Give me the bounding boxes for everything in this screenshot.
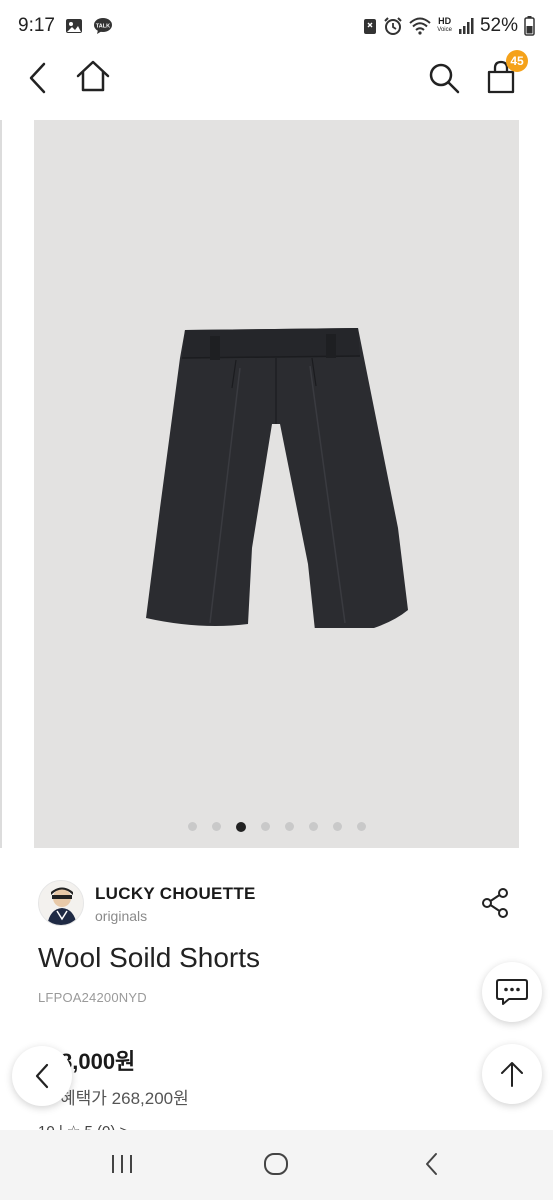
brand-avatar[interactable] bbox=[38, 880, 84, 926]
hd-voice-indicator: HD Voice bbox=[437, 17, 452, 35]
carousel-dot[interactable] bbox=[284, 822, 294, 831]
wifi-icon bbox=[409, 17, 431, 35]
kakaotalk-icon: TALK bbox=[93, 17, 113, 35]
scroll-to-top-button[interactable] bbox=[482, 1044, 542, 1104]
chevron-left-icon bbox=[35, 1063, 49, 1089]
floating-back-button[interactable] bbox=[12, 1046, 72, 1106]
home-button[interactable] bbox=[72, 54, 114, 98]
system-back-button[interactable] bbox=[412, 1146, 452, 1182]
talk-label: TALK bbox=[96, 24, 110, 30]
battery-icon bbox=[524, 16, 535, 36]
brand-name[interactable]: LUCKY CHOUETTE bbox=[95, 884, 256, 904]
hd-label: HD bbox=[438, 16, 452, 26]
carousel-dot[interactable] bbox=[260, 822, 270, 831]
back-arrow-icon bbox=[29, 62, 46, 94]
carousel-dot[interactable] bbox=[308, 822, 318, 831]
system-navigation-bar bbox=[0, 1130, 553, 1200]
recent-apps-button[interactable] bbox=[102, 1146, 142, 1182]
signal-icon bbox=[458, 17, 474, 35]
back-button[interactable] bbox=[20, 56, 56, 100]
previous-image-edge bbox=[0, 120, 2, 848]
gallery-icon bbox=[65, 18, 83, 34]
share-button[interactable] bbox=[478, 886, 512, 920]
recent-apps-icon bbox=[112, 1155, 132, 1173]
carousel-dot[interactable] bbox=[332, 822, 342, 831]
alarm-icon bbox=[383, 16, 403, 36]
top-navigation: 45 bbox=[0, 50, 553, 118]
search-icon bbox=[429, 63, 460, 94]
share-icon bbox=[482, 888, 508, 918]
carousel-dot[interactable] bbox=[356, 822, 366, 831]
search-button[interactable] bbox=[424, 56, 464, 100]
product-code: LFPOA24200NYD bbox=[38, 990, 147, 1005]
arrow-up-icon bbox=[501, 1062, 523, 1087]
benefit-price: 268,200원 bbox=[111, 1089, 189, 1108]
cart-count-badge: 45 bbox=[506, 50, 528, 72]
benefit-price-row: 혜택가 268,200원 bbox=[60, 1084, 189, 1109]
chat-icon bbox=[496, 979, 528, 1005]
product-photo-shorts bbox=[146, 328, 408, 628]
brand-row: LUCKY CHOUETTE originals bbox=[38, 880, 518, 930]
nfc-icon bbox=[363, 17, 377, 35]
cart-button[interactable]: 45 bbox=[482, 50, 528, 100]
home-circle-icon bbox=[264, 1153, 288, 1175]
carousel-dots bbox=[34, 822, 519, 832]
carousel-dot[interactable] bbox=[187, 822, 197, 831]
brand-subline: originals bbox=[95, 908, 148, 924]
hd-sub-label: Voice bbox=[437, 27, 452, 33]
battery-percent: 52% bbox=[479, 15, 518, 36]
carousel-dot[interactable] bbox=[235, 822, 246, 832]
status-time: 9:17 bbox=[18, 15, 55, 36]
chat-button[interactable] bbox=[482, 962, 542, 1022]
home-icon bbox=[76, 60, 110, 92]
status-bar: 9:17 TALK HD Voice 52% bbox=[0, 0, 553, 52]
system-home-button[interactable] bbox=[256, 1146, 296, 1182]
system-back-icon bbox=[426, 1153, 437, 1175]
product-image-carousel[interactable] bbox=[34, 120, 519, 848]
carousel-dot[interactable] bbox=[211, 822, 221, 831]
product-title: Wool Soild Shorts bbox=[38, 942, 261, 973]
